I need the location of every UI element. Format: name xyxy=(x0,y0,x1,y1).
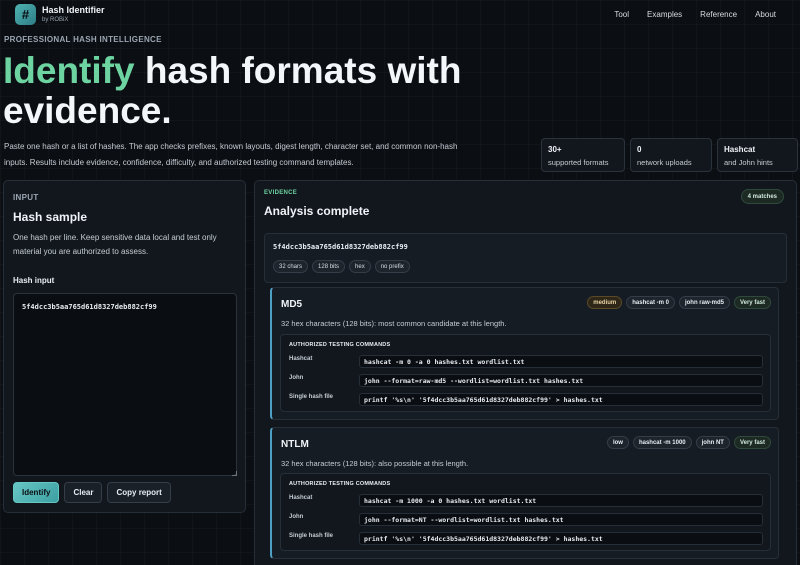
commands-box: AUTHORIZED TESTING COMMANDS Hashcat hash… xyxy=(280,334,771,412)
chip-prefix: no prefix xyxy=(374,260,410,273)
result-name: MD5 xyxy=(281,299,303,310)
stat-value: 0 xyxy=(637,145,642,154)
result-description: 32 hex characters (128 bits): most commo… xyxy=(281,319,507,328)
result-tags: medium hashcat -m 0 john raw-md5 Very fa… xyxy=(587,296,771,309)
hashcat-label: Hashcat xyxy=(289,356,313,362)
speed-badge: Very fast xyxy=(733,436,771,449)
result-name: NTLM xyxy=(281,439,309,450)
match-count-badge: 4 matches xyxy=(740,189,784,204)
hashcat-command[interactable]: hashcat -m 0 -a 0 hashes.txt wordlist.tx… xyxy=(359,355,763,368)
stat-uploads: 0 network uploads xyxy=(630,138,712,172)
top-bar: # Hash Identifier by ROBiX Tool Examples… xyxy=(0,0,800,32)
john-label: John xyxy=(289,375,304,381)
result-card-ntlm: NTLM low hashcat -m 1000 john NT Very fa… xyxy=(270,427,779,559)
chip-bits: 128 bits xyxy=(312,260,346,273)
stats-row: 30+ supported formats 0 network uploads … xyxy=(541,138,798,172)
hero-description: Paste one hash or a list of hashes. The … xyxy=(4,142,458,167)
hash-input-label: Hash input xyxy=(13,276,55,285)
hero-title: Identify hash formats with evidence. xyxy=(3,51,523,131)
single-hash-command[interactable]: printf '%s\n' '5f4dcc3b5aa765d61d8327deb… xyxy=(359,393,763,406)
nav-examples[interactable]: Examples xyxy=(647,10,682,19)
app-title: Hash Identifier xyxy=(42,5,105,15)
hashcat-mode-badge: hashcat -m 0 xyxy=(626,296,675,309)
result-description: 32 hex characters (128 bits): also possi… xyxy=(281,459,469,468)
commands-title: AUTHORIZED TESTING COMMANDS xyxy=(289,342,391,348)
input-actions: Identify Clear Copy report xyxy=(13,482,171,503)
resize-grip-icon[interactable] xyxy=(232,471,237,476)
nav-tool[interactable]: Tool xyxy=(614,10,629,19)
john-format-badge: john NT xyxy=(695,436,730,449)
copy-report-button[interactable]: Copy report xyxy=(107,482,171,503)
confidence-badge: medium xyxy=(587,296,623,309)
john-command[interactable]: john --format=raw-md5 --wordlist=wordlis… xyxy=(359,374,763,387)
stat-value: Hashcat xyxy=(724,145,756,154)
stat-label: supported formats xyxy=(548,158,609,167)
speed-badge: Very fast xyxy=(733,296,771,309)
hash-logo-icon[interactable]: # xyxy=(15,4,36,25)
evidence-section-label: EVIDENCE xyxy=(264,190,298,196)
input-help-text: One hash per line. Keep sensitive data l… xyxy=(13,233,217,256)
input-panel: INPUT Hash sample One hash per line. Kee… xyxy=(3,180,246,513)
john-command[interactable]: john --format=NT --wordlist=wordlist.txt… xyxy=(359,513,763,526)
evidence-title: Analysis complete xyxy=(264,204,370,218)
john-format-badge: john raw-md5 xyxy=(678,296,730,309)
main-nav: Tool Examples Reference About xyxy=(614,10,776,19)
stat-label: and John hints xyxy=(724,158,773,167)
nav-about[interactable]: About xyxy=(755,10,776,19)
confidence-badge: low xyxy=(606,436,629,449)
hashcat-label: Hashcat xyxy=(289,495,313,501)
chip-charset: hex xyxy=(349,260,371,273)
hashcat-mode-badge: hashcat -m 1000 xyxy=(632,436,692,449)
input-section-label: INPUT xyxy=(13,193,39,202)
hash-property-chips: 32 chars 128 bits hex no prefix xyxy=(273,260,410,273)
hero-eyebrow: PROFESSIONAL HASH INTELLIGENCE xyxy=(4,35,162,44)
stat-value: 30+ xyxy=(548,145,562,154)
analyzed-hash[interactable]: 5f4dcc3b5aa765d61d8327deb882cf99 xyxy=(273,243,408,251)
analyzed-hash-box: 5f4dcc3b5aa765d61d8327deb882cf99 32 char… xyxy=(264,233,787,283)
identify-button[interactable]: Identify xyxy=(13,482,60,503)
hash-input-textarea[interactable]: 5f4dcc3b5aa765d61d8327deb882cf99 xyxy=(13,293,237,476)
evidence-panel: EVIDENCE Analysis complete 4 matches 5f4… xyxy=(254,180,797,565)
john-label: John xyxy=(289,514,304,520)
single-hash-label: Single hash file xyxy=(289,533,334,539)
app-subtitle: by ROBiX xyxy=(42,17,69,23)
commands-title: AUTHORIZED TESTING COMMANDS xyxy=(289,481,391,487)
hero-title-accent: Identify xyxy=(3,50,135,91)
result-tags: low hashcat -m 1000 john NT Very fast xyxy=(606,436,771,449)
input-panel-title: Hash sample xyxy=(13,210,88,224)
single-hash-command[interactable]: printf '%s\n' '5f4dcc3b5aa765d61d8327deb… xyxy=(359,532,763,545)
result-card-md5: MD5 medium hashcat -m 0 john raw-md5 Ver… xyxy=(270,287,779,420)
commands-box: AUTHORIZED TESTING COMMANDS Hashcat hash… xyxy=(280,473,771,551)
clear-button[interactable]: Clear xyxy=(64,482,103,503)
hashcat-command[interactable]: hashcat -m 1000 -a 0 hashes.txt wordlist… xyxy=(359,494,763,507)
stat-tools: Hashcat and John hints xyxy=(717,138,798,172)
chip-length: 32 chars xyxy=(273,260,309,273)
nav-reference[interactable]: Reference xyxy=(700,10,737,19)
single-hash-label: Single hash file xyxy=(289,394,334,400)
stat-label: network uploads xyxy=(637,158,692,167)
stat-formats: 30+ supported formats xyxy=(541,138,625,172)
